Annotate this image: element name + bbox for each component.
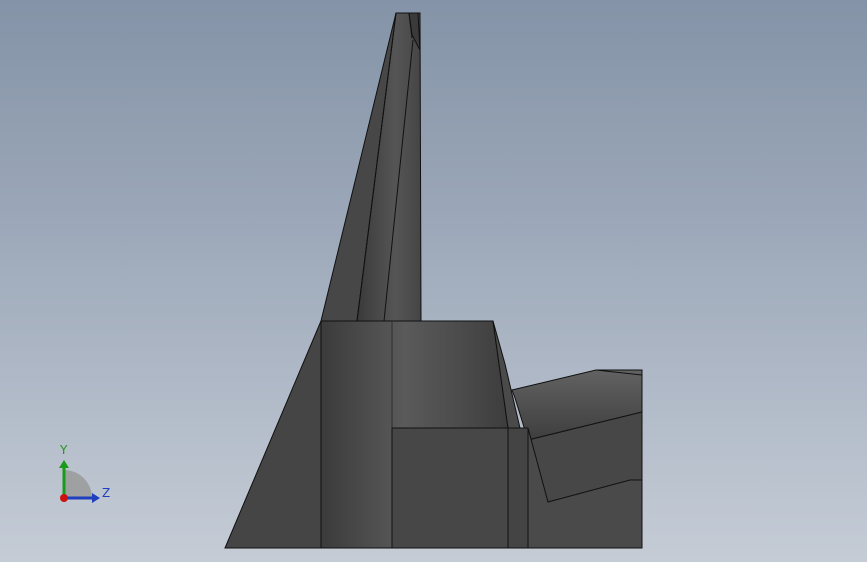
y-axis-arrowhead [59,460,69,468]
z-axis-label: Z [102,486,111,500]
triad-plane-arc [64,470,92,498]
view-orientation-triad: Y Z [50,440,120,510]
x-axis-origin [60,494,68,502]
lower-front-block-side [507,427,529,549]
y-axis-label: Y [60,443,68,457]
z-axis-arrowhead [92,493,100,503]
base-sloped-face [224,320,322,549]
graphics-viewport[interactable]: Y Z [0,0,867,562]
3d-part-model[interactable] [0,0,867,562]
lower-front-block [391,427,509,549]
